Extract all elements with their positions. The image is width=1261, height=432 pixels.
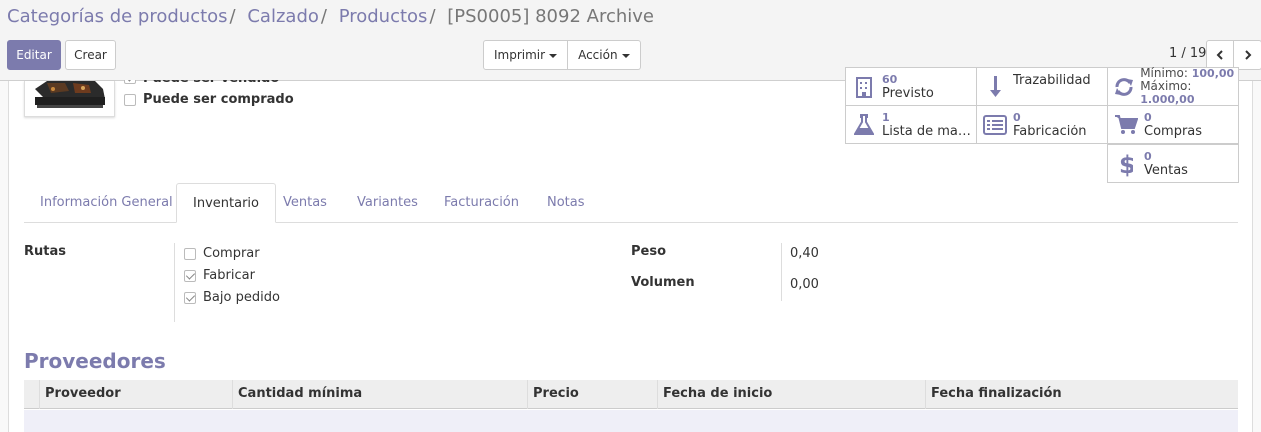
forecast-smart-button[interactable]: 60 Previsto — [845, 67, 977, 106]
breadcrumb-current: [PS0005] 8092 Archive — [447, 6, 654, 27]
tab-general-info[interactable]: Información General — [24, 183, 189, 223]
route-buy-checkbox[interactable] — [184, 247, 196, 260]
list-icon — [983, 114, 1007, 135]
shoe-image — [25, 81, 114, 116]
caret-down-icon — [621, 53, 630, 58]
cart-icon — [1115, 114, 1138, 134]
chevron-right-icon — [1244, 50, 1251, 60]
arrow-down-icon — [990, 75, 1001, 97]
vendors-section-title: Proveedores — [24, 349, 166, 373]
breadcrumb-item-categories[interactable]: Categorías de productos — [7, 6, 228, 27]
route-buy[interactable]: Comprar — [184, 246, 260, 261]
building-icon — [856, 76, 872, 98]
pager-previous-button[interactable] — [1206, 40, 1234, 70]
weight-field[interactable]: 0,40 — [790, 246, 819, 261]
create-button[interactable]: Crear — [65, 40, 116, 70]
sales-smart-button[interactable]: $ 0 Ventas — [1107, 144, 1239, 183]
breadcrumb-item-footwear[interactable]: Calzado — [247, 6, 319, 27]
volume-label: Volumen — [631, 275, 695, 290]
manufacturing-smart-button[interactable]: 0 Fabricación — [976, 105, 1108, 144]
vendors-table-header: Proveedor Cantidad mínima Precio Fecha d… — [24, 380, 1238, 409]
tab-invoicing[interactable]: Facturación — [428, 183, 535, 223]
breadcrumb: Categorías de productos / Calzado / Produc… — [7, 6, 654, 27]
tab-sales[interactable]: Ventas — [267, 183, 343, 223]
table-row[interactable] — [24, 410, 1238, 432]
tab-variants[interactable]: Variantes — [341, 183, 434, 223]
column-start-date[interactable]: Fecha de inicio — [657, 380, 925, 409]
weight-label: Peso — [631, 244, 667, 259]
route-make-to-order[interactable]: Bajo pedido — [184, 290, 280, 305]
tab-inventory[interactable]: Inventario — [176, 183, 276, 223]
can-be-purchased-checkbox[interactable] — [124, 93, 136, 106]
dollar-icon: $ — [1119, 151, 1133, 177]
routes-label: Rutas — [24, 244, 66, 259]
pager-buttons — [1206, 40, 1261, 70]
bom-smart-button[interactable]: 1 Lista de mat… — [845, 105, 977, 144]
caret-down-icon — [549, 53, 558, 58]
sidebar-actions: Imprimir Acción — [483, 40, 641, 70]
column-price[interactable]: Precio — [527, 380, 657, 409]
route-make-to-order-checkbox[interactable] — [184, 291, 196, 304]
flask-icon — [854, 113, 874, 135]
product-image[interactable] — [24, 81, 115, 117]
action-dropdown[interactable]: Acción — [568, 40, 641, 70]
reorder-rules-smart-button[interactable]: Mínimo: 100,00 Máximo: 1.000,00 — [1107, 67, 1239, 106]
refresh-icon — [1115, 77, 1134, 96]
column-min-qty[interactable]: Cantidad mínima — [232, 380, 527, 409]
purchases-smart-button[interactable]: 0 Compras — [1107, 105, 1239, 144]
can-be-purchased-field[interactable]: Puede ser comprado — [124, 92, 294, 107]
column-end-date[interactable]: Fecha finalización — [925, 380, 1238, 409]
volume-field[interactable]: 0,00 — [790, 277, 819, 292]
tab-notes[interactable]: Notas — [531, 183, 601, 223]
notebook-tabs: Información General Inventario Ventas Va… — [24, 183, 1238, 223]
route-manufacture[interactable]: Fabricar — [184, 268, 255, 283]
breadcrumb-item-products[interactable]: Productos — [339, 6, 428, 27]
svg-text:$: $ — [1119, 151, 1133, 177]
traceability-smart-button[interactable]: Trazabilidad — [976, 67, 1108, 106]
chevron-left-icon — [1216, 50, 1223, 60]
column-vendor[interactable]: Proveedor — [39, 380, 232, 409]
edit-button[interactable]: Editar — [7, 40, 61, 70]
pager-value[interactable]: 1 / 19 — [1169, 46, 1206, 61]
pager-next-button[interactable] — [1234, 40, 1261, 70]
route-manufacture-checkbox[interactable] — [184, 269, 196, 282]
print-dropdown[interactable]: Imprimir — [483, 40, 569, 70]
